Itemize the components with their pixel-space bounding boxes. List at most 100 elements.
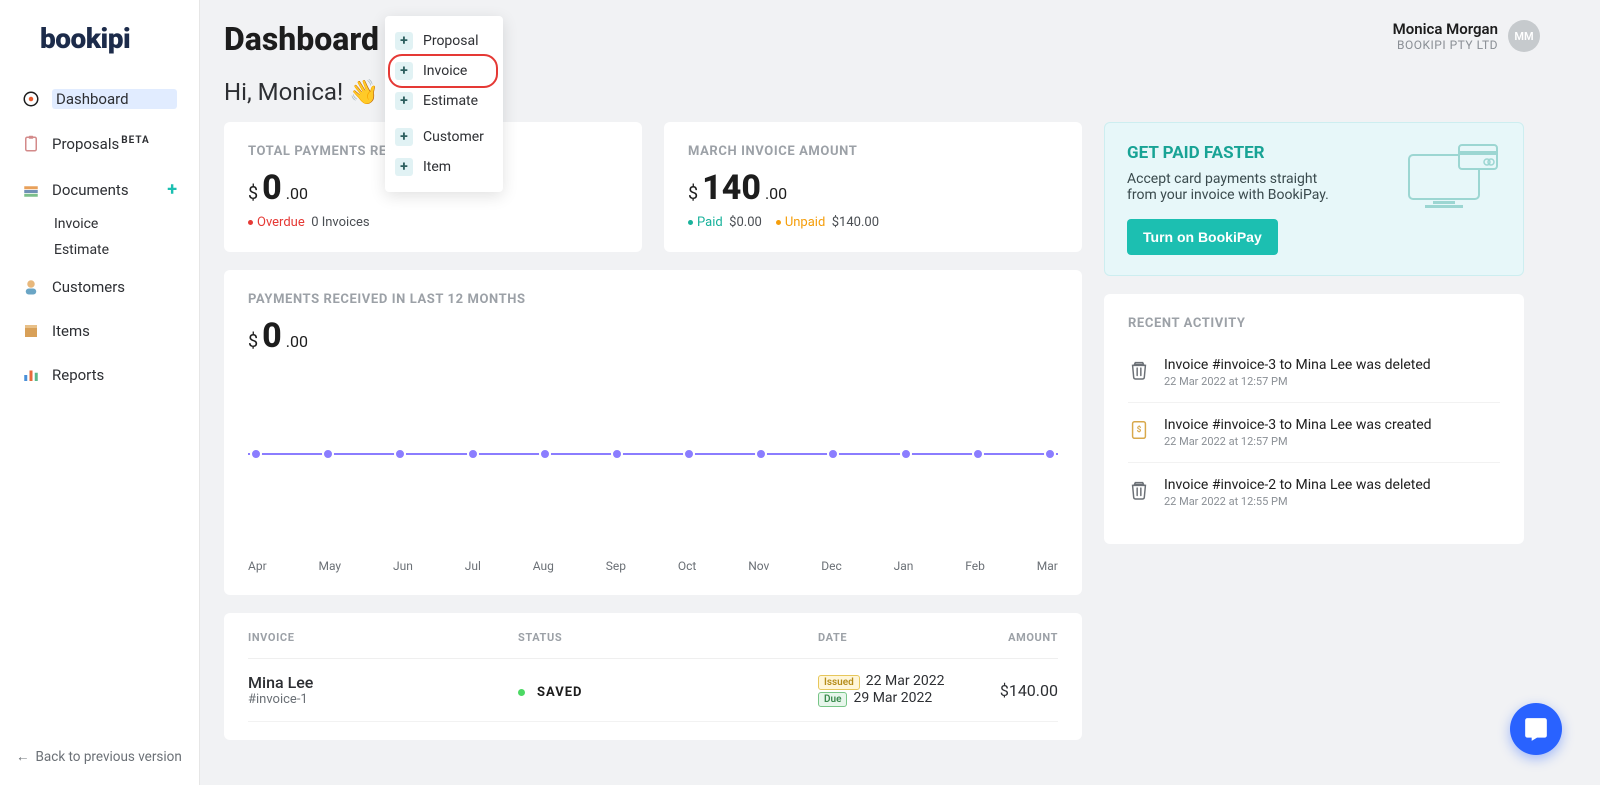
overdue-label: Overdue	[257, 215, 305, 230]
activity-time: 22 Mar 2022 at 12:55 PM	[1164, 495, 1431, 508]
card-month-invoice: MARCH INVOICE AMOUNT $ 140 .00 Paid $0.0…	[664, 122, 1082, 252]
dropdown-invoice-label: Invoice	[423, 63, 467, 79]
chart-month-label: Apr	[248, 559, 267, 573]
chart-icon	[22, 366, 40, 384]
nav-customers-label: Customers	[52, 278, 177, 296]
nav-documents-label: Documents	[52, 181, 155, 199]
chart-point	[611, 448, 623, 460]
chart-month-label: Jul	[465, 559, 481, 573]
currency-symbol: $	[248, 183, 258, 204]
chat-bubble-button[interactable]	[1510, 703, 1562, 755]
month-int: 140	[702, 171, 761, 205]
chart-point	[394, 448, 406, 460]
promo-card: GET PAID FASTER Accept card payments str…	[1104, 122, 1524, 276]
issued-date: 22 Mar 2022	[866, 673, 945, 689]
svg-text:$: $	[1137, 424, 1142, 435]
card-recent-activity: RECENT ACTIVITY Invoice #invoice-3 to Mi…	[1104, 294, 1524, 544]
chart-month-label: Sep	[606, 559, 626, 573]
chart-month-label: Dec	[821, 559, 842, 573]
back-to-previous[interactable]: ← Back to previous version	[16, 749, 182, 765]
nav-proposals[interactable]: ProposalsBETA	[12, 125, 187, 163]
trash-icon	[1128, 477, 1150, 503]
dropdown-estimate-label: Estimate	[423, 93, 478, 109]
activity-item[interactable]: Invoice #invoice-2 to Mina Lee was delet…	[1128, 463, 1500, 522]
activity-item[interactable]: Invoice #invoice-3 to Mina Lee was delet…	[1128, 343, 1500, 403]
documents-icon	[22, 181, 40, 199]
dropdown-estimate[interactable]: + Estimate	[393, 88, 495, 114]
month-invoice-title: MARCH INVOICE AMOUNT	[688, 144, 1058, 159]
chart-month-label: Mar	[1037, 559, 1058, 573]
nav-documents[interactable]: Documents +	[12, 169, 187, 210]
total-dec: .00	[286, 184, 308, 203]
activity-item[interactable]: $ Invoice #invoice-3 to Mina Lee was cre…	[1128, 403, 1500, 463]
chart-point	[250, 448, 262, 460]
chart-point	[972, 448, 984, 460]
logo: bookipi	[0, 0, 199, 79]
content: TOTAL PAYMENTS RECEIVED $ 0 .00 Overdue …	[200, 122, 1600, 780]
dashboard-icon	[22, 90, 40, 108]
avatar[interactable]: MM	[1508, 20, 1540, 52]
paid-label: Paid	[697, 215, 723, 230]
activity-text: Invoice #invoice-3 to Mina Lee was creat…	[1164, 417, 1432, 433]
chart-dots	[248, 448, 1058, 458]
nav-items[interactable]: Items	[12, 312, 187, 350]
plus-icon: +	[395, 32, 413, 50]
th-status: STATUS	[518, 631, 818, 644]
currency-symbol: $	[248, 331, 258, 352]
plus-icon: +	[395, 62, 413, 80]
nav-invoice[interactable]: Invoice	[12, 216, 187, 232]
turn-on-bookipay-button[interactable]: Turn on BookiPay	[1127, 219, 1278, 255]
create-dropdown: + Proposal + Invoice + Estimate + Custom…	[385, 16, 503, 192]
dropdown-item[interactable]: + Item	[393, 154, 495, 180]
th-date: DATE	[818, 631, 988, 644]
nav-customers[interactable]: Customers	[12, 268, 187, 306]
total-int: 0	[262, 171, 282, 205]
activity-text: Invoice #invoice-3 to Mina Lee was delet…	[1164, 357, 1431, 373]
dropdown-invoice[interactable]: + Invoice	[393, 58, 495, 84]
issued-pill: Issued	[818, 675, 860, 690]
nav: Dashboard ProposalsBETA Documents + Invo…	[0, 79, 199, 394]
month-dec: .00	[765, 184, 787, 203]
invoice-amount: $140.00	[988, 681, 1058, 700]
saved-dot-icon	[518, 689, 525, 696]
clipboard-icon	[22, 135, 40, 153]
invoice-number: #invoice-1	[248, 692, 518, 707]
paid-amount: $0.00	[729, 215, 762, 230]
chart-point	[539, 448, 551, 460]
customers-icon	[22, 278, 40, 296]
chart-month-label: Jan	[894, 559, 914, 573]
sidebar: bookipi Dashboard ProposalsBETA Document…	[0, 0, 200, 785]
invoice-customer: Mina Lee	[248, 673, 518, 692]
chart-point	[467, 448, 479, 460]
chart-point	[322, 448, 334, 460]
promo-text: Accept card payments straight from your …	[1127, 171, 1347, 203]
monitor-card-icon	[1401, 143, 1501, 255]
chart-month-label: May	[319, 559, 342, 573]
chart-month-label: Jun	[393, 559, 413, 573]
invoice-row[interactable]: Mina Lee #invoice-1 SAVED Issued22 Mar 2…	[248, 659, 1058, 722]
page-title: Dashboard	[224, 20, 379, 58]
chart-point	[1044, 448, 1056, 460]
currency-symbol: $	[688, 183, 698, 204]
chart-point	[900, 448, 912, 460]
add-document-icon[interactable]: +	[167, 179, 177, 200]
plus-icon: +	[395, 128, 413, 146]
user-block[interactable]: Monica Morgan BOOKIPI PTY LTD MM	[1393, 20, 1540, 52]
invoices-count: 0 Invoices	[311, 215, 369, 230]
chart-title: PAYMENTS RECEIVED IN LAST 12 MONTHS	[248, 292, 1058, 307]
activity-text: Invoice #invoice-2 to Mina Lee was delet…	[1164, 477, 1431, 493]
nav-dashboard[interactable]: Dashboard	[12, 79, 187, 119]
dropdown-proposal[interactable]: + Proposal	[393, 28, 495, 54]
due-pill: Due	[818, 692, 847, 707]
activity-title: RECENT ACTIVITY	[1128, 316, 1500, 331]
th-invoice: INVOICE	[248, 631, 518, 644]
nav-reports[interactable]: Reports	[12, 356, 187, 394]
chart-point	[755, 448, 767, 460]
chart-month-label: Oct	[678, 559, 696, 573]
dropdown-customer[interactable]: + Customer	[393, 120, 495, 150]
activity-time: 22 Mar 2022 at 12:57 PM	[1164, 375, 1431, 388]
unpaid-amount: $140.00	[832, 215, 879, 230]
nav-estimate[interactable]: Estimate	[12, 242, 187, 258]
payments-chart: AprMayJunJulAugSepOctNovDecJanFebMar	[248, 373, 1058, 573]
promo-title: GET PAID FASTER	[1127, 143, 1401, 163]
